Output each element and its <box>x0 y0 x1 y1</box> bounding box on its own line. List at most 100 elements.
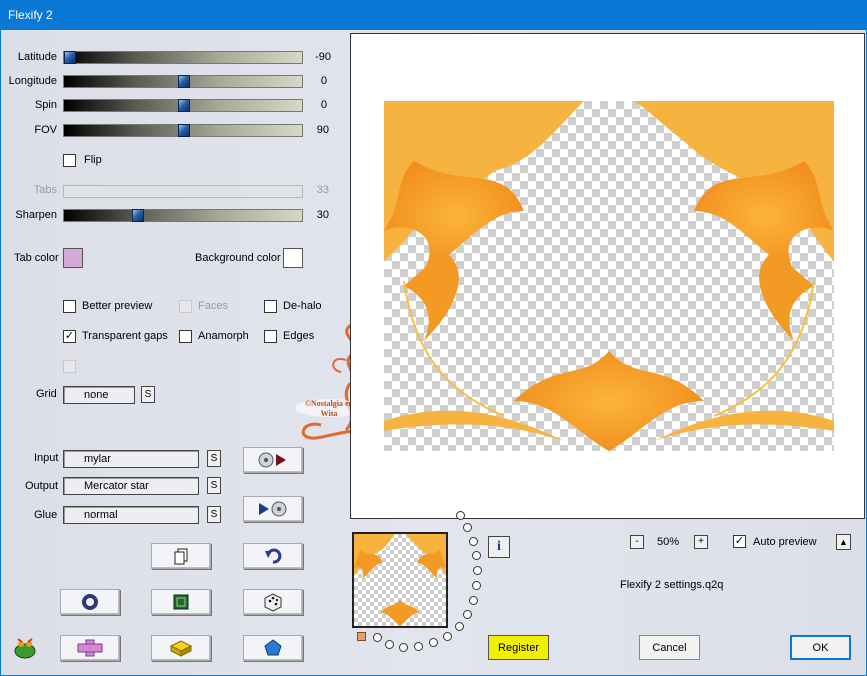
input-label: Input <box>34 452 59 464</box>
tabs-label: Tabs <box>33 184 57 196</box>
view-angle-dot[interactable] <box>463 523 472 532</box>
cross-button[interactable] <box>60 635 120 661</box>
ok-button[interactable]: OK <box>790 635 851 660</box>
svg-text:©Nostalgia en: ©Nostalgia en <box>305 399 354 408</box>
sharpen-thumb[interactable] <box>132 209 144 222</box>
auto-preview-checkbox[interactable]: ✓ <box>733 535 746 548</box>
grid-select[interactable]: none <box>63 386 135 404</box>
fov-slider[interactable] <box>63 124 303 137</box>
frog-logo-icon[interactable] <box>12 636 38 660</box>
green-square-icon <box>173 594 189 610</box>
output-select[interactable]: Mercator star <box>63 477 199 495</box>
latitude-label: Latitude <box>17 51 57 63</box>
output-label: Output <box>25 480 59 492</box>
de-halo-checkbox[interactable] <box>264 300 277 313</box>
view-angle-dot[interactable] <box>455 622 464 631</box>
navigator-thumbnail[interactable] <box>352 532 448 628</box>
random-button[interactable] <box>243 589 303 615</box>
tab-color-label: Tab color <box>14 252 59 264</box>
thumbnail-image <box>354 534 446 626</box>
tab-color-swatch[interactable] <box>63 248 83 268</box>
glue-s-button[interactable]: S <box>207 506 221 523</box>
preview-pane[interactable] <box>350 33 865 519</box>
play-disc-icon <box>259 501 287 517</box>
view-angle-dot[interactable] <box>473 566 482 575</box>
faces-checkbox[interactable] <box>179 300 192 313</box>
export-settings-button[interactable] <box>243 496 303 522</box>
copy-pages-icon <box>174 548 188 565</box>
output-s-button[interactable]: S <box>207 477 221 494</box>
view-angle-dot[interactable] <box>385 640 394 649</box>
tabs-value: 33 <box>316 184 329 196</box>
edges-checkbox[interactable] <box>264 330 277 343</box>
svg-text:Wita: Wita <box>321 409 338 418</box>
latitude-thumb[interactable] <box>64 51 76 64</box>
square-button[interactable] <box>151 589 211 615</box>
transparent-gaps-label: Transparent gaps <box>82 330 168 342</box>
input-select[interactable]: mylar <box>63 450 199 468</box>
dice-icon <box>264 593 282 612</box>
latitude-slider[interactable] <box>63 51 303 64</box>
brick-button[interactable] <box>151 635 211 661</box>
de-halo-label: De-halo <box>283 300 322 312</box>
spin-value: 0 <box>320 99 327 111</box>
view-angle-dot[interactable] <box>469 537 478 546</box>
gem-button[interactable] <box>243 635 303 661</box>
anamorph-label: Anamorph <box>198 330 249 342</box>
longitude-thumb[interactable] <box>178 75 190 88</box>
fov-thumb[interactable] <box>178 124 190 137</box>
spin-thumb[interactable] <box>178 99 190 112</box>
window-title: Flexify 2 <box>8 8 53 22</box>
view-angle-dot[interactable] <box>463 610 472 619</box>
sharpen-value: 30 <box>316 209 329 221</box>
glue-label: Glue <box>34 509 58 521</box>
preview-options-button[interactable]: ▲ <box>836 534 851 550</box>
import-settings-button[interactable] <box>243 447 303 473</box>
extra-checkbox[interactable] <box>63 360 76 373</box>
view-angle-dot[interactable] <box>414 642 423 651</box>
dot-start-marker[interactable] <box>357 632 366 641</box>
preview-image <box>384 101 834 451</box>
zoom-out-button[interactable]: - <box>630 535 644 549</box>
view-angle-dot[interactable] <box>456 511 465 520</box>
title-bar: Flexify 2 <box>0 0 867 30</box>
longitude-value: 0 <box>320 75 327 87</box>
zoom-in-button[interactable]: + <box>694 535 708 549</box>
better-preview-checkbox[interactable] <box>63 300 76 313</box>
view-angle-dot[interactable] <box>472 581 481 590</box>
preview-fractal <box>384 101 834 451</box>
view-angle-dot[interactable] <box>429 638 438 647</box>
spin-slider[interactable] <box>63 99 303 112</box>
sharpen-slider[interactable] <box>63 209 303 222</box>
disc-play-icon <box>258 452 286 468</box>
cancel-button[interactable]: Cancel <box>639 635 700 660</box>
flip-checkbox[interactable] <box>63 154 76 167</box>
pink-cross-icon <box>77 639 103 657</box>
settings-filename: Flexify 2 settings.q2q <box>620 579 724 591</box>
grid-s-button[interactable]: S <box>141 386 155 403</box>
input-s-button[interactable]: S <box>207 450 221 467</box>
grid-label: Grid <box>36 388 57 400</box>
background-color-swatch[interactable] <box>283 248 303 268</box>
view-angle-dot[interactable] <box>472 551 481 560</box>
view-angle-dot[interactable] <box>399 643 408 652</box>
fov-label: FOV <box>34 124 57 136</box>
fov-value: 90 <box>316 124 329 136</box>
transparent-gaps-checkbox[interactable]: ✓ <box>63 330 76 343</box>
longitude-slider[interactable] <box>63 75 303 88</box>
view-angle-dot[interactable] <box>469 596 478 605</box>
tabs-slider[interactable] <box>63 185 303 198</box>
info-button[interactable]: i <box>488 536 510 558</box>
view-angle-dot[interactable] <box>443 632 452 641</box>
view-angle-dot[interactable] <box>373 633 382 642</box>
auto-preview-label: Auto preview <box>753 536 817 548</box>
ring-button[interactable] <box>60 589 120 615</box>
undo-button[interactable] <box>243 543 303 569</box>
anamorph-checkbox[interactable] <box>179 330 192 343</box>
register-button[interactable]: Register <box>488 635 549 660</box>
zoom-value: 50% <box>657 536 680 548</box>
sharpen-label: Sharpen <box>15 209 57 221</box>
ring-icon <box>82 594 98 610</box>
copy-button[interactable] <box>151 543 211 569</box>
glue-select[interactable]: normal <box>63 506 199 524</box>
